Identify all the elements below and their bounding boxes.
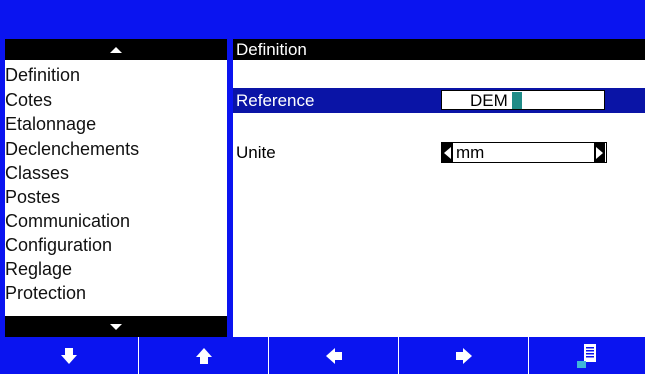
unite-selector[interactable]: mm — [441, 142, 607, 163]
function-key-bar — [0, 337, 645, 374]
menu-scroll-down[interactable] — [5, 316, 227, 337]
arrow-left-icon — [444, 146, 451, 159]
menu-item-declenchements[interactable]: Declenchements — [5, 138, 139, 161]
right-button[interactable] — [399, 337, 529, 374]
definition-panel — [233, 39, 645, 337]
arrow-down-icon — [61, 347, 77, 364]
menu-item-configuration[interactable]: Configuration — [5, 234, 112, 257]
menu-item-postes[interactable]: Postes — [5, 186, 60, 209]
menu-item-classes[interactable]: Classes — [5, 162, 69, 185]
arrow-left-icon — [325, 347, 342, 364]
unite-next-button[interactable] — [594, 143, 605, 162]
reference-label: Reference — [236, 91, 315, 110]
left-button[interactable] — [269, 337, 399, 374]
scroll-up-icon — [110, 46, 122, 53]
reference-row[interactable]: Reference DEM — [233, 88, 645, 113]
document-list-icon — [577, 343, 596, 368]
arrow-right-icon — [455, 347, 472, 364]
menu-item-etalonnage[interactable]: Etalonnage — [5, 113, 96, 136]
arrow-up-icon — [195, 347, 212, 364]
menu-item-reglage[interactable]: Reglage — [5, 258, 72, 281]
menu-list: Definition Cotes Etalonnage Declenchemen… — [5, 60, 227, 316]
document-button[interactable] — [529, 337, 645, 374]
menu-scroll-up[interactable] — [5, 39, 227, 60]
panel-title: Definition — [233, 39, 645, 60]
unite-label: Unite — [236, 143, 276, 162]
scroll-down-icon — [110, 323, 122, 330]
menu-item-communication[interactable]: Communication — [5, 210, 130, 233]
unite-prev-button[interactable] — [442, 143, 453, 162]
arrow-right-icon — [596, 146, 603, 159]
unite-value: mm — [456, 143, 485, 162]
reference-value: DEM — [470, 91, 508, 110]
menu-item-cotes[interactable]: Cotes — [5, 89, 52, 112]
down-button[interactable] — [0, 337, 139, 374]
menu-item-definition[interactable]: Definition — [5, 64, 80, 87]
panel-title-text: Definition — [236, 40, 307, 59]
menu-item-protection[interactable]: Protection — [5, 282, 86, 305]
reference-input[interactable]: DEM — [441, 90, 605, 110]
up-button[interactable] — [139, 337, 269, 374]
text-cursor — [512, 92, 522, 109]
